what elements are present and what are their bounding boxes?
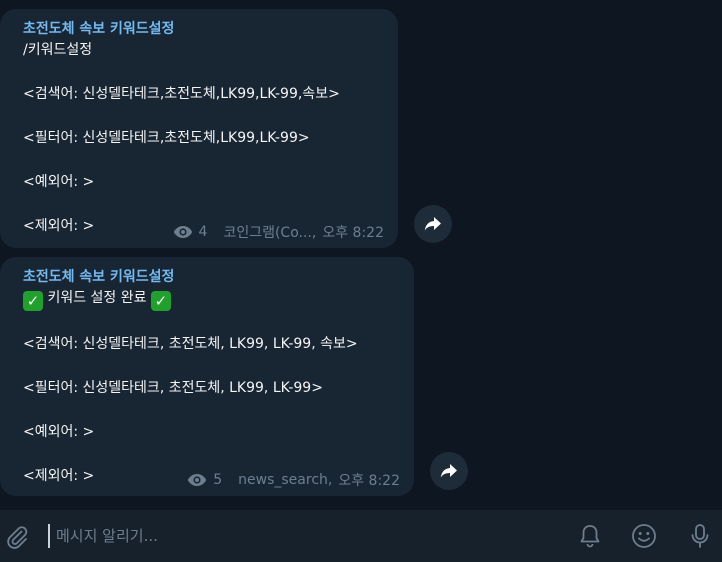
message-bubble[interactable]: 초전도체 속보 키워드설정 /키워드설정 <검색어: 신성델타테크,초전도체,L… — [0, 9, 398, 248]
view-count: 5 — [213, 472, 223, 488]
message-line: <예외어: > — [23, 174, 95, 190]
message-line: <검색어: 신성델타테크,초전도체,LK99,LK-99,속보> — [23, 86, 340, 102]
message-author: news_search, — [238, 472, 333, 488]
message-sender[interactable]: 초전도체 속보 키워드설정 — [23, 19, 384, 39]
message-line: <검색어: 신성델타테크, 초전도체, LK99, LK-99, 속보> — [23, 336, 358, 352]
eye-icon — [173, 226, 192, 238]
forward-icon — [440, 464, 457, 478]
eye-icon — [188, 474, 207, 486]
message-time: 오후 8:22 — [338, 473, 400, 489]
message-line: <필터어: 신성델타테크,초전도체,LK99,LK-99> — [23, 130, 310, 146]
message-sender[interactable]: 초전도체 속보 키워드설정 — [23, 267, 400, 287]
message-bubble[interactable]: 초전도체 속보 키워드설정 ✓ 키워드 설정 완료 ✓ <검색어: 신성델타테크… — [0, 257, 414, 496]
check-icon: ✓ — [150, 291, 171, 311]
forward-icon — [424, 217, 441, 231]
status-text: 키워드 설정 완료 — [47, 290, 147, 306]
message-status-line: ✓ 키워드 설정 완료 ✓ — [23, 287, 400, 311]
message-input[interactable] — [48, 524, 528, 548]
microphone-icon[interactable] — [686, 522, 714, 550]
paperclip-icon[interactable] — [4, 524, 30, 550]
forward-button[interactable] — [414, 205, 452, 243]
message-time: 오후 8:22 — [322, 225, 384, 241]
emoji-icon[interactable] — [630, 522, 658, 550]
message-meta: 5 news_search, 오후 8:22 — [187, 470, 400, 490]
forward-button[interactable] — [430, 452, 468, 490]
view-count: 4 — [198, 224, 208, 240]
chat-area: 초전도체 속보 키워드설정 /키워드설정 <검색어: 신성델타테크,초전도체,L… — [0, 0, 722, 510]
message-line: <필터어: 신성델타테크, 초전도체, LK99, LK-99> — [23, 380, 323, 396]
bell-icon[interactable] — [576, 522, 604, 550]
message-meta: 4 코인그램(Co..., 오후 8:22 — [173, 222, 384, 242]
message-author: 코인그램(Co..., — [223, 225, 317, 241]
message-line: /키워드설정 — [23, 42, 93, 58]
check-icon: ✓ — [23, 291, 43, 311]
message-composer — [0, 510, 722, 562]
message-line: <예외어: > — [23, 424, 95, 440]
